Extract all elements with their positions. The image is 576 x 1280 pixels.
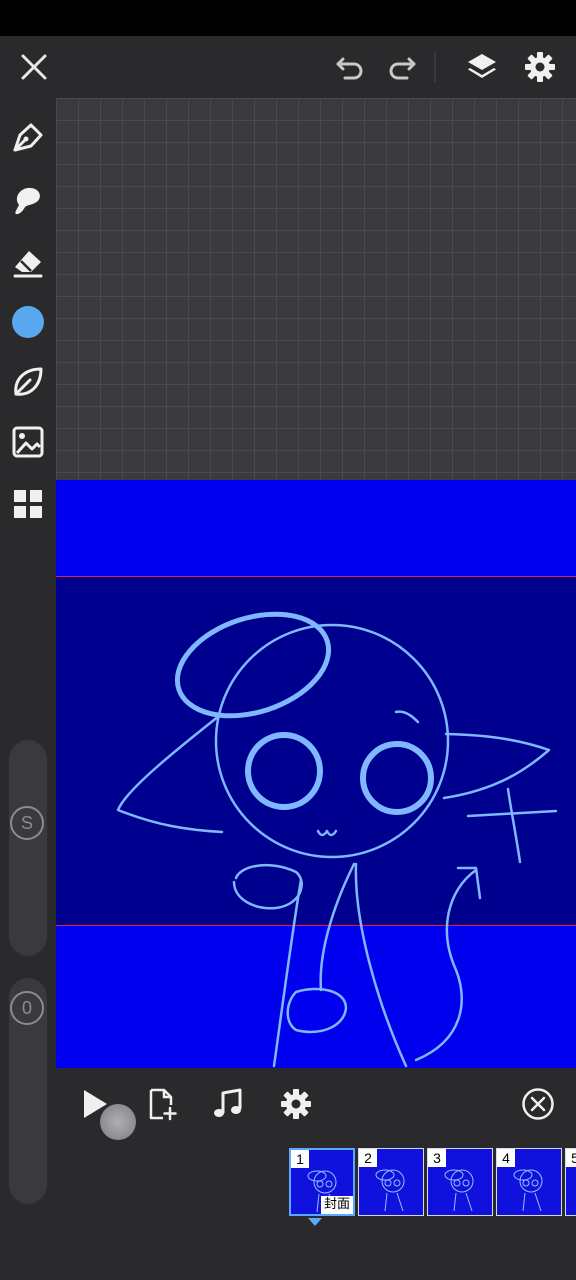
close-icon xyxy=(21,54,47,80)
frame-thumbnail-4[interactable]: 4 xyxy=(496,1148,562,1216)
undo-button[interactable] xyxy=(326,36,374,98)
eraser-tool[interactable] xyxy=(4,238,52,286)
smudge-tool[interactable] xyxy=(4,176,52,224)
frame-strip[interactable]: 1 封面 2 3 4 5 xyxy=(289,1148,576,1218)
brush-size-slider[interactable] xyxy=(9,740,47,956)
gear-icon xyxy=(525,52,555,82)
touch-indicator xyxy=(100,1104,136,1140)
layers-button[interactable] xyxy=(458,36,506,98)
pen-icon xyxy=(13,123,43,152)
add-frame-button[interactable] xyxy=(140,1082,184,1126)
color-swatch xyxy=(12,306,44,338)
frame-number: 4 xyxy=(497,1149,515,1167)
frame-preview xyxy=(513,1169,543,1212)
close-circle-icon xyxy=(522,1088,554,1120)
frame-thumbnail-2[interactable]: 2 xyxy=(358,1148,424,1216)
music-icon xyxy=(214,1088,242,1117)
image-icon xyxy=(12,426,44,458)
music-button[interactable] xyxy=(206,1082,250,1126)
current-frame-indicator xyxy=(308,1218,322,1226)
frame-number: 5 xyxy=(566,1149,576,1167)
redo-icon xyxy=(389,57,416,80)
leaf-icon xyxy=(14,367,43,396)
add-frame-icon xyxy=(149,1088,177,1121)
grid-icon xyxy=(14,490,42,518)
gear-icon xyxy=(281,1089,311,1119)
status-bar xyxy=(0,0,576,36)
frame-preview xyxy=(444,1169,474,1212)
eraser-icon xyxy=(13,251,43,278)
materials-tool[interactable] xyxy=(4,480,52,528)
layers-icon xyxy=(468,54,496,78)
toolbar-divider xyxy=(434,52,436,82)
tool-sidebar: S 0 xyxy=(0,98,56,1204)
close-animation-button[interactable] xyxy=(516,1082,560,1126)
frame-thumbnail-1[interactable]: 1 封面 xyxy=(289,1148,355,1216)
size-badge: S xyxy=(10,806,44,840)
pen-tool[interactable] xyxy=(4,114,52,162)
frame-preview xyxy=(375,1169,405,1212)
frame-thumbnail-5[interactable]: 5 xyxy=(565,1148,576,1216)
canvas-background-grid xyxy=(56,98,576,480)
top-toolbar xyxy=(0,36,576,98)
cover-label: 封面 xyxy=(320,1196,353,1214)
frame-thumbnail-3[interactable]: 3 xyxy=(427,1148,493,1216)
undo-icon xyxy=(336,57,363,80)
frame-number: 3 xyxy=(428,1149,446,1167)
color-picker[interactable] xyxy=(4,298,52,346)
image-tool[interactable] xyxy=(4,418,52,466)
opacity-badge: 0 xyxy=(10,991,44,1025)
character-drawing xyxy=(116,611,558,1068)
lasso-tool[interactable] xyxy=(4,358,52,406)
smudge-icon xyxy=(15,187,40,215)
settings-button[interactable] xyxy=(516,36,564,98)
animation-settings-button[interactable] xyxy=(274,1082,318,1126)
close-button[interactable] xyxy=(10,36,58,98)
redo-button[interactable] xyxy=(378,36,426,98)
drawing-canvas[interactable] xyxy=(56,480,576,1068)
frame-number: 1 xyxy=(291,1150,309,1168)
frame-number: 2 xyxy=(359,1149,377,1167)
